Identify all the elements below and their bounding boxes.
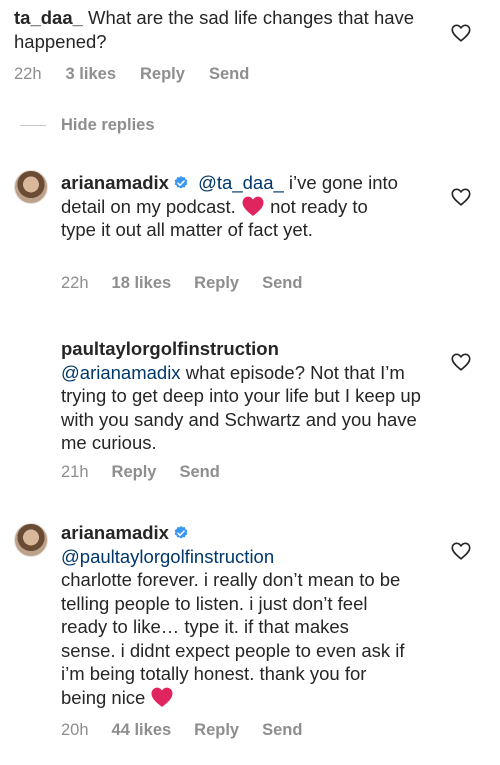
send-button[interactable]: Send <box>179 463 219 482</box>
like-heart-icon[interactable] <box>450 351 472 373</box>
username[interactable]: arianamadix <box>61 522 169 543</box>
comment-text: arianamadix @paultaylorgolfinstruction ch… <box>61 521 406 709</box>
mention-link[interactable]: @arianamadix <box>61 362 181 383</box>
red-heart-emoji-icon <box>242 196 264 216</box>
hide-replies-toggle[interactable]: Hide replies <box>20 116 155 135</box>
like-heart-icon[interactable] <box>450 186 472 208</box>
comment-meta: 21h Reply Send <box>61 463 220 482</box>
likes-count[interactable]: 44 likes <box>112 721 172 740</box>
username[interactable]: arianamadix <box>61 172 169 193</box>
comment-body: charlotte forever. i really don’t mean t… <box>61 569 405 708</box>
mention-link[interactable]: @paultaylorgolfinstruction <box>61 545 406 569</box>
avatar[interactable] <box>14 170 48 204</box>
avatar[interactable] <box>14 523 48 557</box>
timestamp: 20h <box>61 721 89 739</box>
reply-button[interactable]: Reply <box>140 65 185 84</box>
like-heart-icon[interactable] <box>450 540 472 562</box>
send-button[interactable]: Send <box>262 721 302 740</box>
comment-text: paultaylorgolfinstruction @arianamadix wh… <box>61 337 431 455</box>
red-heart-emoji-icon <box>151 687 173 707</box>
username[interactable]: ta_daa_ <box>14 7 83 28</box>
comment-meta: 22h 18 likes Reply Send <box>61 274 302 293</box>
timestamp: 21h <box>61 463 89 481</box>
timestamp: 22h <box>61 274 89 292</box>
timestamp: 22h <box>14 65 42 83</box>
hide-replies-label: Hide replies <box>61 116 155 134</box>
reply-button[interactable]: Reply <box>194 721 239 740</box>
likes-count[interactable]: 3 likes <box>66 65 116 84</box>
comment-meta: 22h 3 likes Reply Send <box>14 65 249 84</box>
comment-text: ta_daa_ What are the sad life changes th… <box>14 6 434 53</box>
username[interactable]: paultaylorgolfinstruction <box>61 337 431 361</box>
verified-badge-icon <box>174 526 188 539</box>
likes-count[interactable]: 18 likes <box>112 274 172 293</box>
reply-button[interactable]: Reply <box>112 463 157 482</box>
send-button[interactable]: Send <box>209 65 249 84</box>
verified-badge-icon <box>174 176 188 189</box>
divider-line <box>20 125 46 126</box>
mention-link[interactable]: @ta_daa_ <box>198 172 284 193</box>
send-button[interactable]: Send <box>262 274 302 293</box>
reply-button[interactable]: Reply <box>194 274 239 293</box>
comment-meta: 20h 44 likes Reply Send <box>61 721 302 740</box>
comment-text: arianamadix @ta_daa_ i’ve gone into deta… <box>61 171 406 242</box>
like-heart-icon[interactable] <box>450 22 472 44</box>
